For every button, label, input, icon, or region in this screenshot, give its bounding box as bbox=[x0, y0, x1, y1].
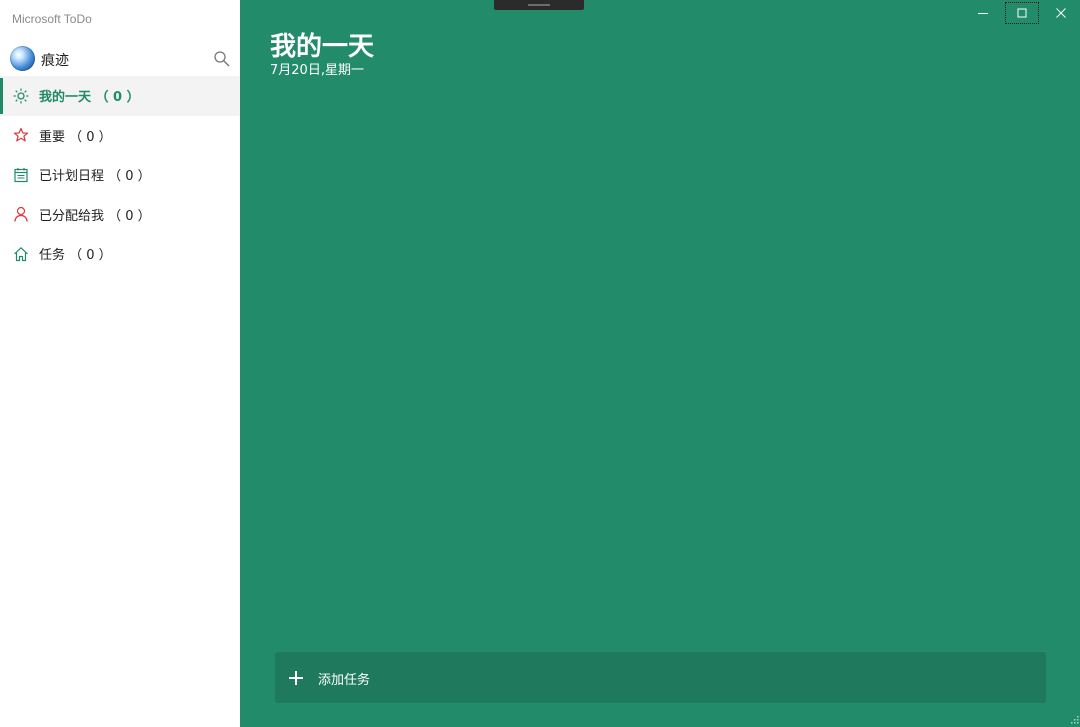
page-date: 7月20日,星期一 bbox=[270, 63, 364, 78]
sidebar-item-tasks[interactable]: 任务 （ 0 ） bbox=[0, 234, 240, 274]
star-icon bbox=[13, 127, 29, 143]
user-name[interactable]: 痕迹 bbox=[41, 50, 69, 70]
maximize-button[interactable] bbox=[1005, 2, 1039, 24]
maximize-icon bbox=[1017, 8, 1027, 18]
close-button[interactable] bbox=[1044, 2, 1078, 24]
resize-grip-icon[interactable] bbox=[1069, 716, 1079, 726]
close-icon bbox=[1056, 8, 1066, 18]
sidebar-item-assigned[interactable]: 已分配给我 （ 0 ） bbox=[0, 195, 240, 235]
sidebar-item-label: 已分配给我 （ 0 ） bbox=[39, 208, 151, 224]
sidebar-item-label: 我的一天 （ 0 ） bbox=[39, 90, 140, 106]
calendar-icon bbox=[13, 167, 29, 183]
sidebar-item-important[interactable]: 重要 （ 0 ） bbox=[0, 116, 240, 156]
person-icon bbox=[13, 206, 29, 222]
sidebar-item-label: 已计划日程 （ 0 ） bbox=[39, 169, 151, 185]
home-icon bbox=[13, 246, 29, 262]
avatar[interactable] bbox=[10, 46, 35, 71]
add-task-input[interactable]: 添加任务 bbox=[275, 652, 1046, 703]
sidebar: Microsoft ToDo 痕迹 我的一天 （ 0 ） 重要 （ 0 ） 已计… bbox=[0, 0, 240, 727]
sidebar-item-planned[interactable]: 已计划日程 （ 0 ） bbox=[0, 155, 240, 195]
sidebar-item-label: 任务 （ 0 ） bbox=[39, 248, 112, 264]
minimize-button[interactable] bbox=[966, 2, 1000, 24]
main-panel: 我的一天 7月20日,星期一 添加任务 bbox=[240, 0, 1080, 727]
plus-icon bbox=[289, 671, 303, 685]
minimize-icon bbox=[978, 13, 988, 14]
sun-icon bbox=[13, 88, 29, 104]
sidebar-item-label: 重要 （ 0 ） bbox=[39, 129, 112, 145]
window-drag-handle[interactable] bbox=[494, 0, 584, 10]
app-title: Microsoft ToDo bbox=[12, 12, 92, 26]
sidebar-nav: 我的一天 （ 0 ） 重要 （ 0 ） 已计划日程 （ 0 ） 已分配给我 （ … bbox=[0, 76, 240, 274]
add-task-placeholder: 添加任务 bbox=[318, 673, 371, 688]
page-title: 我的一天 bbox=[270, 32, 375, 62]
search-icon[interactable] bbox=[213, 50, 231, 68]
user-profile[interactable]: 痕迹 bbox=[0, 42, 240, 74]
sidebar-item-my-day[interactable]: 我的一天 （ 0 ） bbox=[0, 76, 240, 116]
